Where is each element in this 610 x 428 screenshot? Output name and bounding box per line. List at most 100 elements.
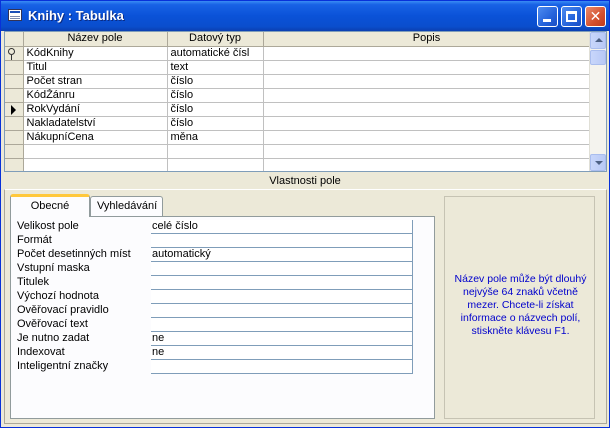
description-cell[interactable] xyxy=(263,116,591,131)
property-row[interactable]: Je nutno zadat ne xyxy=(17,332,413,346)
property-label: Ověřovací pravidlo xyxy=(17,304,109,316)
table-row[interactable]: Nakladatelství číslo xyxy=(5,116,591,131)
table-row[interactable]: NákupníCena měna xyxy=(5,130,591,145)
table-row[interactable]: Počet stran číslo xyxy=(5,74,591,89)
table-row[interactable]: KódKnihy automatické čísl xyxy=(5,46,591,61)
property-value-field[interactable]: celé číslo xyxy=(151,220,413,234)
property-value-field[interactable] xyxy=(151,234,413,248)
property-label: Indexovat xyxy=(17,346,65,358)
tab-general[interactable]: Obecné xyxy=(10,194,90,217)
description-cell[interactable] xyxy=(263,130,591,145)
help-text: Název pole může být dlouhý nejvýše 64 zn… xyxy=(454,273,587,337)
description-cell[interactable] xyxy=(263,88,591,103)
data-type-cell[interactable]: měna xyxy=(167,130,264,145)
title-bar[interactable]: Knihy : Tabulka ✕ xyxy=(1,1,609,31)
property-value-field[interactable]: ne xyxy=(151,332,413,346)
property-value-field[interactable] xyxy=(151,290,413,304)
property-row[interactable]: Počet desetinných míst automatický xyxy=(17,248,413,262)
data-type-cell[interactable]: číslo xyxy=(167,74,264,89)
property-value-field[interactable] xyxy=(151,304,413,318)
data-type-cell[interactable]: automatické čísl xyxy=(167,46,264,61)
row-selector[interactable] xyxy=(5,116,24,131)
table-row[interactable]: Titul text xyxy=(5,60,591,75)
field-grid[interactable]: Název pole Datový typ Popis KódKnihy aut… xyxy=(4,31,607,172)
property-label: Formát xyxy=(17,234,52,246)
table-icon[interactable] xyxy=(8,9,22,21)
property-label: Velikost pole xyxy=(17,220,79,232)
minimize-icon[interactable] xyxy=(537,6,558,27)
field-name-cell[interactable]: NákupníCena xyxy=(23,130,168,145)
property-row[interactable]: Formát xyxy=(17,234,413,248)
data-type-cell[interactable]: text xyxy=(167,60,264,75)
property-value-field[interactable] xyxy=(151,276,413,290)
scroll-down-icon[interactable] xyxy=(590,154,606,171)
table-row[interactable]: RokVydání číslo xyxy=(5,102,591,117)
row-selector[interactable] xyxy=(5,144,24,159)
property-value-field[interactable] xyxy=(151,318,413,332)
column-header-field-name[interactable]: Název pole xyxy=(23,32,168,47)
property-row[interactable]: Výchozí hodnota xyxy=(17,290,413,304)
property-row[interactable]: Vstupní maska xyxy=(17,262,413,276)
row-selector[interactable] xyxy=(5,130,24,145)
data-type-cell[interactable]: číslo xyxy=(167,116,264,131)
primary-key-icon xyxy=(8,47,15,59)
tab-lookup[interactable]: Vyhledávání xyxy=(90,196,163,216)
general-properties: Velikost pole celé číslo Formát Počet de… xyxy=(10,216,435,419)
property-row[interactable]: Inteligentní značky xyxy=(17,360,413,374)
close-icon[interactable]: ✕ xyxy=(585,6,606,27)
property-row[interactable]: Indexovat ne xyxy=(17,346,413,360)
property-row[interactable]: Velikost pole celé číslo xyxy=(17,220,413,234)
field-name-cell[interactable]: Nakladatelství xyxy=(23,116,168,131)
column-header-data-type[interactable]: Datový typ xyxy=(167,32,264,47)
data-type-cell[interactable]: číslo xyxy=(167,88,264,103)
property-value-field[interactable] xyxy=(151,262,413,276)
scroll-thumb[interactable] xyxy=(590,50,606,65)
table-row[interactable] xyxy=(5,158,591,171)
field-properties-title: Vlastnosti pole xyxy=(269,175,341,187)
property-row[interactable]: Titulek xyxy=(17,276,413,290)
row-selector[interactable] xyxy=(5,60,24,75)
description-cell[interactable] xyxy=(263,158,591,171)
help-panel: Název pole může být dlouhý nejvýše 64 zn… xyxy=(444,196,595,419)
description-cell[interactable] xyxy=(263,74,591,89)
row-selector[interactable] xyxy=(5,88,24,103)
description-cell[interactable] xyxy=(263,60,591,75)
property-value-field[interactable] xyxy=(151,360,413,374)
field-name-cell[interactable]: RokVydání xyxy=(23,102,168,117)
property-label: Výchozí hodnota xyxy=(17,290,99,302)
vertical-scrollbar[interactable] xyxy=(589,32,606,171)
property-label: Ověřovací text xyxy=(17,318,88,330)
field-name-cell[interactable]: Titul xyxy=(23,60,168,75)
row-selector[interactable] xyxy=(5,46,24,61)
description-cell[interactable] xyxy=(263,102,591,117)
row-selector[interactable] xyxy=(5,102,24,117)
property-label: Vstupní maska xyxy=(17,262,90,274)
column-header-description[interactable]: Popis xyxy=(263,32,591,47)
property-row[interactable]: Ověřovací text xyxy=(17,318,413,332)
description-cell[interactable] xyxy=(263,46,591,61)
row-selector-header[interactable] xyxy=(5,32,24,47)
property-value-field[interactable]: ne xyxy=(151,346,413,360)
field-name-cell[interactable]: KódKnihy xyxy=(23,46,168,61)
field-name-cell[interactable]: Počet stran xyxy=(23,74,168,89)
property-label: Titulek xyxy=(17,276,49,288)
field-name-cell[interactable] xyxy=(23,158,168,171)
data-type-cell[interactable] xyxy=(167,158,264,171)
row-selector[interactable] xyxy=(5,158,24,171)
field-name-cell[interactable] xyxy=(23,144,168,159)
property-label: Počet desetinných míst xyxy=(17,248,131,260)
table-design-window: Knihy : Tabulka ✕ Název pole Datový typ … xyxy=(0,0,610,428)
scroll-up-icon[interactable] xyxy=(590,32,606,49)
data-type-cell[interactable] xyxy=(167,144,264,159)
property-value-field[interactable]: automatický xyxy=(151,248,413,262)
field-name-cell[interactable]: KódŽánru xyxy=(23,88,168,103)
maximize-icon[interactable] xyxy=(561,6,582,27)
data-type-cell[interactable]: číslo xyxy=(167,102,264,117)
table-row[interactable] xyxy=(5,144,591,159)
property-label: Inteligentní značky xyxy=(17,360,109,372)
row-selector[interactable] xyxy=(5,74,24,89)
table-row[interactable]: KódŽánru číslo xyxy=(5,88,591,103)
window-title: Knihy : Tabulka xyxy=(28,8,124,23)
property-row[interactable]: Ověřovací pravidlo xyxy=(17,304,413,318)
description-cell[interactable] xyxy=(263,144,591,159)
